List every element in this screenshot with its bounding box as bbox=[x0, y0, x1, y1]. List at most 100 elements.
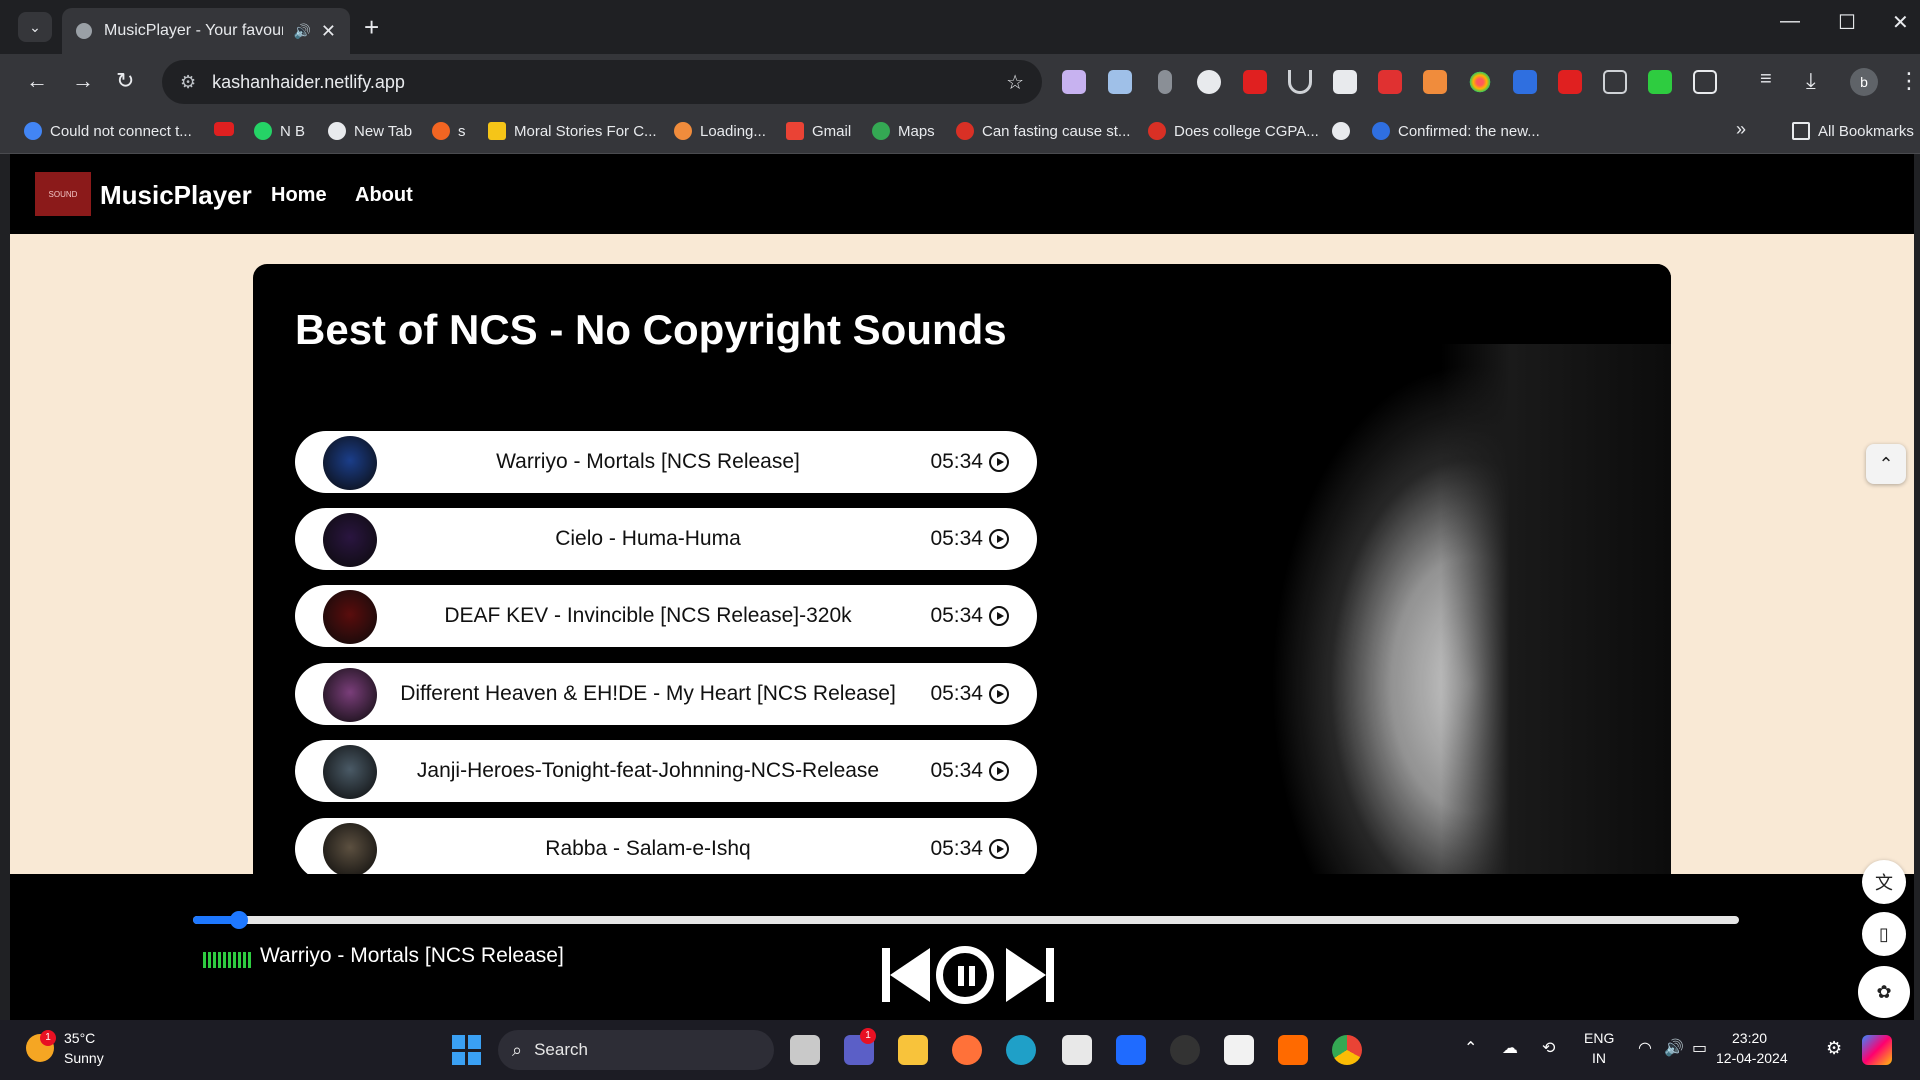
shield-extension-icon[interactable] bbox=[1378, 70, 1402, 94]
file-explorer-icon[interactable] bbox=[898, 1035, 928, 1065]
language-top[interactable]: ENG bbox=[1584, 1030, 1614, 1046]
progress-slider[interactable] bbox=[193, 911, 1739, 929]
extension-icon[interactable] bbox=[1158, 70, 1172, 94]
reload-icon[interactable]: ↻ bbox=[116, 68, 134, 94]
chrome-icon[interactable] bbox=[1332, 1035, 1362, 1065]
windows-start-icon[interactable] bbox=[452, 1035, 482, 1065]
onedrive-icon[interactable]: ☁ bbox=[1502, 1038, 1518, 1058]
brand-name[interactable]: MusicPlayer bbox=[100, 180, 252, 211]
forward-icon[interactable]: → bbox=[72, 68, 94, 94]
new-tab-button[interactable]: + bbox=[364, 12, 379, 42]
extension-icon[interactable] bbox=[1603, 70, 1627, 94]
bookmark-item[interactable]: New Tab bbox=[328, 122, 412, 140]
previous-icon[interactable] bbox=[890, 948, 930, 1002]
bookmark-item[interactable]: Confirmed: the new... bbox=[1372, 122, 1540, 140]
bookmark-item[interactable]: Loading... bbox=[674, 122, 766, 140]
song-item[interactable]: DEAF KEV - Invincible [NCS Release]-320k… bbox=[295, 585, 1037, 647]
speaker-icon[interactable]: 🔊 bbox=[293, 23, 310, 40]
nav-home-link[interactable]: Home bbox=[271, 184, 327, 207]
clock-time[interactable]: 23:20 bbox=[1732, 1030, 1767, 1046]
song-item[interactable]: Different Heaven & EH!DE - My Heart [NCS… bbox=[295, 663, 1037, 725]
song-item[interactable]: Janji-Heroes-Tonight-feat-Johnning-NCS-R… bbox=[295, 740, 1037, 802]
translate-icon[interactable]: 文 bbox=[1862, 860, 1906, 904]
extension-icon[interactable] bbox=[1062, 70, 1086, 94]
clock-date[interactable]: 12-04-2024 bbox=[1716, 1050, 1788, 1066]
song-item[interactable]: Rabba - Salam-e-Ishq 05:34 bbox=[295, 818, 1037, 874]
bookmark-item[interactable]: Can fasting cause st... bbox=[956, 122, 1130, 140]
compass-extension-icon[interactable] bbox=[1197, 70, 1221, 94]
extension-icon[interactable] bbox=[1648, 70, 1672, 94]
progress-knob[interactable] bbox=[230, 911, 249, 929]
store-icon[interactable] bbox=[1224, 1035, 1254, 1065]
menu-icon[interactable]: ⋮ bbox=[1898, 68, 1920, 94]
bookmark-item[interactable]: s bbox=[432, 122, 466, 140]
browser-tab-active[interactable]: MusicPlayer - Your favourite 🔊 ✕ bbox=[62, 8, 350, 54]
song-item[interactable]: Warriyo - Mortals [NCS Release] 05:34 bbox=[295, 431, 1037, 493]
nav-about-link[interactable]: About bbox=[355, 184, 413, 207]
mail-extension-icon[interactable] bbox=[1243, 70, 1267, 94]
side-extension-icon[interactable]: ⌃ bbox=[1866, 444, 1906, 484]
next-icon[interactable] bbox=[1046, 948, 1054, 1002]
download-icon[interactable]: ⤓ bbox=[1806, 68, 1816, 94]
song-item[interactable]: Cielo - Huma-Huma 05:34 bbox=[295, 508, 1037, 570]
show-hidden-icons[interactable]: ⌃ bbox=[1464, 1038, 1477, 1058]
play-circle-icon[interactable] bbox=[989, 684, 1009, 704]
play-circle-icon[interactable] bbox=[989, 606, 1009, 626]
all-bookmarks-button[interactable]: All Bookmarks bbox=[1792, 122, 1914, 140]
reading-mode-icon[interactable]: ▯ bbox=[1862, 912, 1906, 956]
back-icon[interactable]: ← bbox=[26, 68, 48, 94]
more-bookmarks-icon[interactable]: » bbox=[1736, 119, 1746, 140]
office-icon[interactable] bbox=[1278, 1035, 1308, 1065]
bookmark-item[interactable] bbox=[214, 122, 242, 136]
weather-condition[interactable]: Sunny bbox=[64, 1050, 104, 1066]
sync-icon[interactable]: ⟲ bbox=[1542, 1038, 1555, 1058]
edge-icon[interactable] bbox=[1006, 1035, 1036, 1065]
dots-extension-icon[interactable] bbox=[1468, 70, 1492, 94]
previous-icon[interactable] bbox=[882, 948, 890, 1002]
extension-icon[interactable] bbox=[1513, 70, 1537, 94]
puzzle-icon[interactable] bbox=[1693, 70, 1717, 94]
settings-gear-icon[interactable]: ⚙ bbox=[1826, 1038, 1842, 1059]
profile-avatar[interactable]: b bbox=[1850, 68, 1878, 96]
wifi-icon[interactable]: ◠ bbox=[1638, 1038, 1652, 1058]
address-bar[interactable]: ⚙ kashanhaider.netlify.app ☆ bbox=[162, 60, 1042, 104]
bookmark-item[interactable]: Gmail bbox=[786, 122, 851, 140]
amazon-icon[interactable] bbox=[1062, 1035, 1092, 1065]
play-circle-icon[interactable] bbox=[989, 761, 1009, 781]
dropbox-icon[interactable] bbox=[1116, 1035, 1146, 1065]
volume-icon[interactable]: 🔊 bbox=[1664, 1038, 1684, 1058]
bookmark-item[interactable]: Does college CGPA... bbox=[1148, 122, 1319, 140]
battery-icon[interactable]: ▭ bbox=[1692, 1038, 1707, 1058]
extension-icon[interactable] bbox=[1108, 70, 1132, 94]
task-view-icon[interactable] bbox=[790, 1035, 820, 1065]
extension-icon[interactable] bbox=[1423, 70, 1447, 94]
tab-search-button[interactable]: ⌄ bbox=[18, 12, 52, 42]
magnet-extension-icon[interactable] bbox=[1288, 70, 1312, 94]
media-control-icon[interactable]: ≡ bbox=[1760, 68, 1772, 91]
minimize-icon[interactable]: — bbox=[1780, 10, 1800, 33]
firefox-icon[interactable] bbox=[952, 1035, 982, 1065]
play-circle-icon[interactable] bbox=[989, 529, 1009, 549]
extension-icon[interactable] bbox=[1333, 70, 1357, 94]
bookmark-item[interactable]: Could not connect t... bbox=[24, 122, 192, 140]
play-circle-icon[interactable] bbox=[989, 452, 1009, 472]
bookmark-item[interactable]: N B bbox=[254, 122, 305, 140]
app-icon[interactable] bbox=[1170, 1035, 1200, 1065]
site-info-icon[interactable]: ⚙ bbox=[180, 72, 196, 93]
youtube-extension-icon[interactable] bbox=[1558, 70, 1582, 94]
taskbar-search[interactable]: ⌕ Search bbox=[498, 1030, 774, 1070]
bookmark-item[interactable] bbox=[1332, 122, 1358, 140]
bookmark-item[interactable]: Moral Stories For C... bbox=[488, 122, 657, 140]
bookmark-star-icon[interactable]: ☆ bbox=[1006, 70, 1024, 95]
bookmark-item[interactable]: Maps bbox=[872, 122, 935, 140]
close-window-icon[interactable]: ✕ bbox=[1892, 10, 1909, 35]
site-logo[interactable]: SOUND bbox=[35, 172, 91, 216]
weather-temperature[interactable]: 35°C bbox=[64, 1030, 95, 1046]
next-icon[interactable] bbox=[1006, 948, 1046, 1002]
language-bottom[interactable]: IN bbox=[1592, 1050, 1606, 1066]
copilot-icon[interactable] bbox=[1862, 1035, 1892, 1065]
play-circle-icon[interactable] bbox=[989, 839, 1009, 859]
maximize-icon[interactable]: ☐ bbox=[1838, 10, 1856, 35]
close-tab-icon[interactable]: ✕ bbox=[321, 21, 336, 42]
pause-button[interactable] bbox=[936, 946, 994, 1004]
